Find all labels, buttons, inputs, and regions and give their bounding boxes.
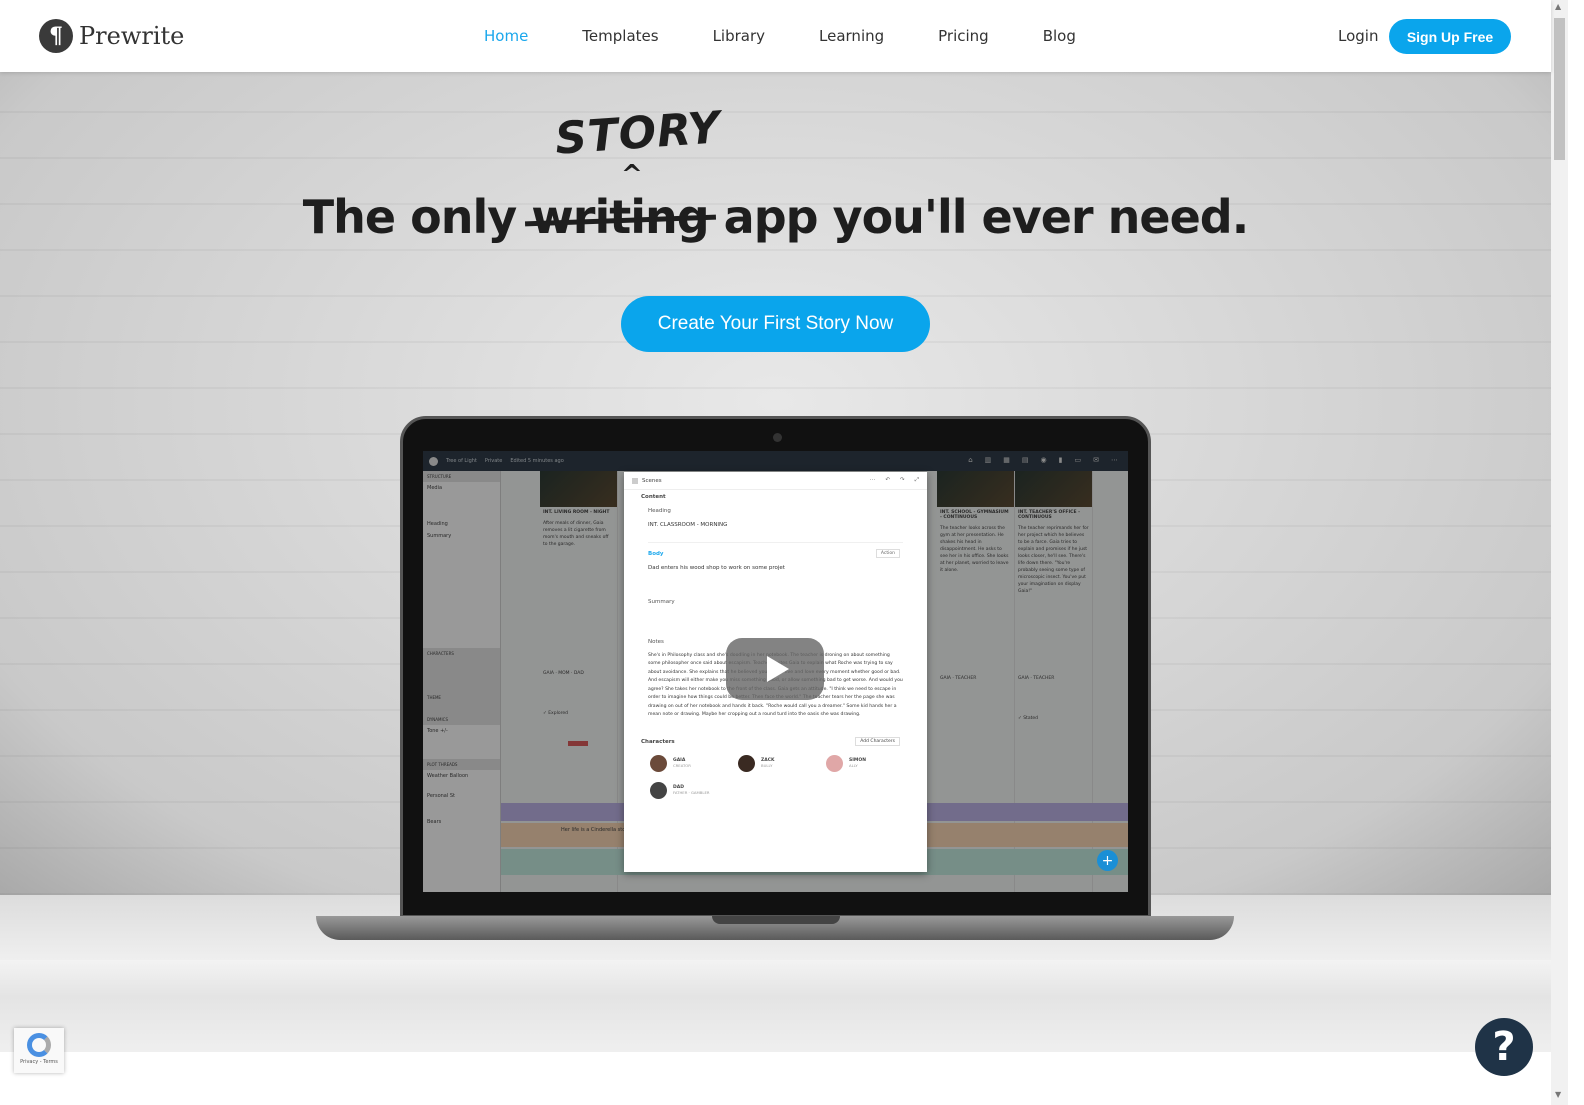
scroll-up-icon[interactable]: ▲ — [1555, 2, 1561, 11]
hero-headline: The only writing app you'll ever need. — [0, 190, 1551, 244]
add-icon: + — [1097, 850, 1118, 871]
login-link[interactable]: Login — [1338, 27, 1378, 45]
nav-pricing[interactable]: Pricing — [938, 27, 989, 45]
character-role: BULLY — [761, 763, 773, 768]
character-role: FATHER · GAMBLER — [673, 790, 710, 795]
camera — [773, 433, 782, 442]
characters-label: Characters — [641, 738, 675, 745]
page-scrollbar[interactable]: ▲ ▼ — [1551, 0, 1568, 1105]
modal-header: Scenes ⋯ ↶ ↷ ⤢ — [624, 472, 927, 490]
heading-label: Heading — [648, 508, 671, 514]
undo-icon[interactable]: ↶ — [885, 477, 890, 484]
avatar — [650, 781, 667, 799]
help-button[interactable]: ? — [1475, 1018, 1533, 1076]
redo-icon[interactable]: ↷ — [900, 477, 905, 484]
content-section: Content — [641, 494, 666, 500]
recaptcha-links[interactable]: Privacy - Terms — [20, 1059, 58, 1065]
recaptcha-icon — [27, 1033, 51, 1057]
nav-learning[interactable]: Learning — [819, 27, 884, 45]
laptop-notch — [712, 916, 840, 924]
headline-start: The only — [302, 190, 532, 244]
body-label: Body — [648, 550, 664, 557]
character-card[interactable]: DAD FATHER · GAMBLER — [650, 781, 738, 799]
struck-word: writing — [531, 190, 709, 244]
character-card[interactable]: SIMON ALLY — [826, 754, 914, 772]
insert-caret: ^ — [621, 160, 643, 190]
character-role: CREATOR — [673, 763, 691, 768]
play-video-button[interactable] — [726, 638, 824, 700]
laptop-base — [316, 916, 1234, 940]
expand-icon[interactable]: ⤢ — [915, 477, 919, 484]
add-characters-button[interactable]: Add Characters — [855, 736, 900, 746]
logo-pilcrow-icon: ¶ — [39, 19, 73, 53]
nav-home[interactable]: Home — [484, 27, 528, 45]
character-list: GAIA CREATOR ZACK BULLY SIMON ALLY DAD FATHE… — [624, 749, 927, 805]
headline-end: app you'll ever need. — [708, 190, 1250, 244]
signup-button[interactable]: Sign Up Free — [1389, 19, 1511, 54]
recaptcha-badge[interactable]: Privacy - Terms — [14, 1028, 64, 1073]
body-value[interactable]: Dad enters his wood shop to work on some… — [624, 561, 927, 595]
logo[interactable]: ¶ Prewrite — [39, 19, 184, 53]
main-nav: Home Templates Library Learning Pricing … — [484, 27, 1130, 45]
character-role: ALLY — [849, 763, 858, 768]
character-card[interactable]: ZACK BULLY — [738, 754, 826, 772]
create-story-button[interactable]: Create Your First Story Now — [621, 296, 930, 352]
avatar — [826, 754, 843, 772]
site-header: ¶ Prewrite Home Templates Library Learni… — [0, 0, 1551, 72]
nav-library[interactable]: Library — [713, 27, 765, 45]
avatar — [650, 754, 667, 772]
heading-value[interactable]: INT. CLASSROOM - MORNING — [648, 518, 903, 543]
scroll-down-icon[interactable]: ▼ — [1555, 1090, 1561, 1099]
characters-row: Characters Add Characters — [624, 735, 927, 749]
summary-label: Summary — [648, 598, 675, 605]
nav-blog[interactable]: Blog — [1043, 27, 1076, 45]
character-card[interactable]: GAIA CREATOR — [650, 754, 738, 772]
scroll-thumb[interactable] — [1554, 18, 1565, 160]
avatar — [738, 754, 755, 772]
brand-name: Prewrite — [79, 22, 185, 50]
section-band — [0, 960, 1551, 1052]
scene-icon — [632, 477, 638, 484]
more-icon[interactable]: ⋯ — [870, 477, 876, 484]
body-type-select[interactable]: Action — [875, 548, 900, 558]
nav-templates[interactable]: Templates — [582, 27, 658, 45]
body-label-row: Body Action — [624, 547, 927, 561]
modal-title: Scenes — [642, 477, 662, 484]
